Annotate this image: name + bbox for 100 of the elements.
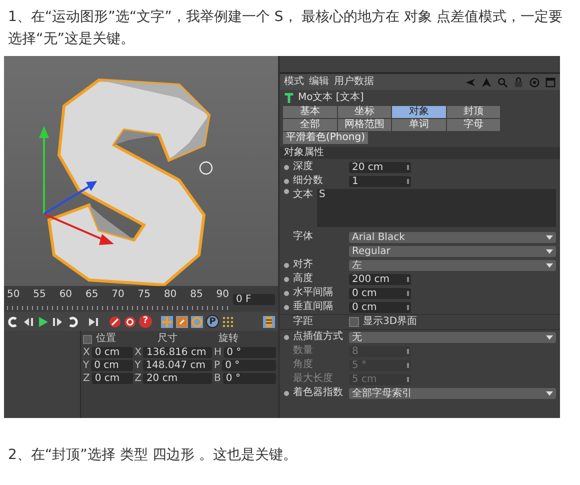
tab[interactable]: 对象 — [392, 106, 446, 118]
number-field[interactable]: 0 cm — [349, 288, 411, 298]
animation-dot-icon[interactable] — [284, 304, 289, 310]
autokey-icon[interactable] — [124, 316, 136, 328]
move-icon[interactable] — [161, 316, 173, 328]
dropdown[interactable]: 左 — [349, 260, 556, 270]
coordinate-field[interactable]: 0 ° — [224, 347, 276, 358]
animation-dot-icon[interactable] — [284, 276, 289, 282]
caret-icon — [546, 234, 553, 240]
tab[interactable]: 网格范围 — [338, 119, 391, 131]
go-to-end-icon[interactable] — [88, 316, 100, 328]
frame-label: 60 — [59, 288, 72, 301]
section-header: 对象属性 — [280, 147, 560, 159]
frame-label: 50 — [7, 288, 20, 301]
field-label: 最大长度 — [293, 373, 334, 385]
rotate-icon[interactable] — [191, 316, 203, 328]
axis-label: Z — [134, 373, 142, 384]
number-field[interactable]: 20 cm — [349, 162, 411, 172]
frame-label: 75 — [138, 288, 151, 301]
previous-key-icon[interactable] — [22, 316, 34, 328]
field-label: 垂直间隔 — [293, 301, 334, 313]
axis-label: X — [83, 347, 90, 358]
field-label: 字距 — [293, 316, 314, 328]
number-field[interactable]: 200 cm — [349, 274, 411, 284]
animation-dot-icon[interactable] — [284, 334, 289, 340]
field-label: 细分数 — [293, 175, 324, 187]
dropdown[interactable]: 全部字母索引 — [349, 388, 556, 398]
checkbox[interactable] — [349, 317, 359, 327]
instruction-paragraph: 2、在“封顶”选择 类型 四边形 。这也是关键。 — [7, 446, 298, 465]
coordinate-field[interactable]: 20 cm — [143, 373, 212, 384]
tab[interactable]: 封顶 — [446, 106, 500, 118]
coordinate-field[interactable]: 0 cm — [91, 360, 133, 371]
checkbox[interactable] — [83, 334, 92, 344]
coordinate-field[interactable]: 148.047 cm — [142, 360, 212, 371]
coordinate-field[interactable]: 0 cm — [92, 347, 133, 358]
scale-icon[interactable] — [176, 316, 188, 328]
frame-label: 55 — [33, 288, 46, 301]
tab[interactable]: 单词 — [392, 119, 446, 131]
caret-icon — [546, 390, 553, 396]
number-field[interactable]: 0 cm — [349, 302, 411, 312]
text-input-field[interactable]: S — [317, 189, 556, 227]
frame-label: 70 — [112, 288, 124, 301]
loop-icon[interactable] — [67, 316, 79, 328]
axis-label: P — [214, 360, 220, 371]
frame-field[interactable]: 0 F — [233, 294, 275, 304]
instruction-paragraph: 1、在“运动图形”选“文字”，我举例建一个 S， 最核心的地方在 对象 点差值模式，一定要选择“无”这是关键。 — [7, 8, 564, 49]
axis-label: H — [214, 347, 222, 358]
field-label: 深度 — [293, 161, 314, 173]
parameter-button[interactable]: P — [206, 315, 219, 328]
loop-icon[interactable] — [7, 316, 19, 328]
tab[interactable]: 平滑着色(Phong) — [283, 132, 368, 144]
frame-label: 90 — [216, 288, 229, 301]
field-label: 数量 — [293, 345, 314, 357]
caret-icon — [546, 248, 553, 254]
menu-item[interactable]: 编辑 — [309, 76, 329, 88]
axis-label: B — [214, 373, 221, 384]
text-object-icon — [284, 92, 294, 104]
animation-dot-icon[interactable] — [284, 390, 289, 396]
tab[interactable]: 字母 — [446, 119, 500, 131]
number-field[interactable]: 1 — [349, 176, 411, 186]
animation-dot-icon[interactable] — [284, 178, 289, 184]
menu-item[interactable]: 模式 — [284, 76, 304, 88]
field-label: 文本 — [293, 189, 313, 201]
field-label: 字体 — [293, 231, 314, 243]
column-header: 位置 — [96, 333, 117, 345]
tab[interactable]: 全部 — [283, 119, 336, 131]
caret-icon — [546, 334, 553, 340]
coordinate-field[interactable]: 0 ° — [222, 373, 276, 384]
dropdown[interactable]: Arial Black — [349, 232, 556, 242]
grid-icon[interactable] — [222, 316, 234, 328]
frame-label: 85 — [190, 288, 203, 301]
axis-label: Z — [83, 373, 90, 384]
frame-label: 80 — [164, 288, 177, 301]
coordinate-field[interactable]: 0 ° — [222, 360, 276, 371]
animation-dot-icon[interactable] — [284, 290, 289, 296]
field-label: 着色器指数 — [293, 387, 344, 399]
frame-label: 65 — [85, 288, 98, 301]
layout-icon[interactable] — [263, 316, 275, 328]
object-title: Mo文本 [文本] — [298, 92, 364, 104]
field-label: 水平间隔 — [293, 287, 334, 299]
play-icon[interactable] — [37, 316, 49, 328]
record-icon[interactable] — [109, 316, 121, 328]
timeline-ruler[interactable]: 50 55 60 65 70 75 80 85 90 — [7, 288, 229, 310]
field-label: 高度 — [293, 273, 314, 285]
animation-dot-icon[interactable] — [284, 189, 289, 194]
tab[interactable]: 坐标 — [338, 106, 391, 118]
field-label: 角度 — [293, 359, 314, 371]
axis-label: Y — [134, 360, 141, 371]
dropdown[interactable]: 无 — [349, 332, 556, 342]
animation-dot-icon[interactable] — [284, 164, 289, 170]
menu-item[interactable]: 用户数据 — [334, 76, 374, 88]
dropdown[interactable]: Regular — [349, 246, 556, 256]
animation-dot-icon[interactable] — [284, 262, 289, 268]
field-label: 对齐 — [293, 259, 314, 271]
help-button[interactable]: ? — [139, 315, 152, 328]
coordinate-field[interactable]: 0 cm — [92, 373, 133, 384]
coordinate-field[interactable]: 136.816 cm — [143, 347, 212, 358]
tab[interactable]: 基本 — [283, 106, 336, 118]
caret-icon — [546, 262, 553, 268]
next-key-icon[interactable] — [52, 316, 64, 328]
